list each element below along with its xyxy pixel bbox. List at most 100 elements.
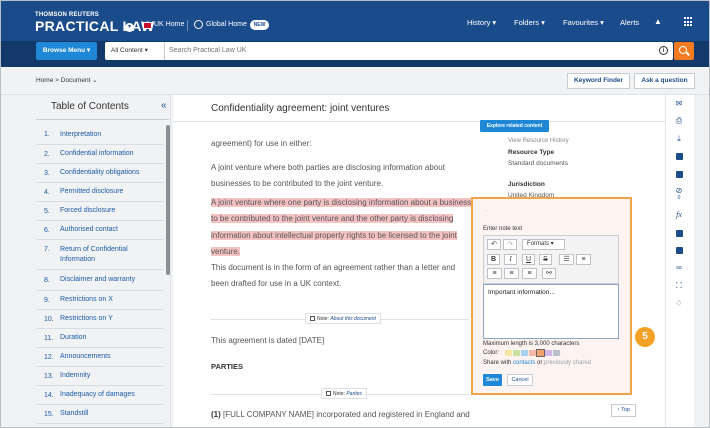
link-icon[interactable]: ⚯ (542, 268, 556, 279)
document-icon[interactable] (676, 230, 683, 237)
uk-flag-icon (143, 22, 152, 29)
toc-item-num: 5. (44, 207, 50, 215)
jurisdiction-label: Jurisdiction (508, 181, 545, 188)
nav-favourites[interactable]: Favourites ▾ (563, 18, 604, 27)
toc-item[interactable]: 11. Duration (36, 329, 164, 348)
search-input[interactable] (169, 42, 649, 60)
dated-line: This agreement is dated [DATE] (211, 336, 325, 345)
info-icon[interactable]: i (659, 46, 668, 55)
note-parties[interactable]: Note: Parties (321, 388, 367, 399)
share-line: Share with contacts or previously shared (483, 360, 591, 366)
formula-icon[interactable]: fx (673, 210, 685, 220)
save-button[interactable]: Save (483, 374, 502, 386)
toc-item-label: Announcements (60, 353, 111, 360)
bell-icon[interactable]: ♢ (673, 299, 685, 309)
browse-menu-button[interactable]: Browse Menu ▾ (36, 42, 97, 60)
title-divider (173, 121, 665, 122)
document-paragraph: A joint venture where both parties are d… (211, 163, 445, 188)
toc-scrollbar[interactable] (166, 125, 170, 275)
note-icon (326, 391, 331, 396)
color-swatch-green[interactable] (513, 350, 520, 356)
toc-item[interactable]: 13. Indemnity (36, 367, 164, 386)
toc-item[interactable]: 14. Inadequacy of damages (36, 386, 164, 405)
toc-item[interactable]: 9. Restrictions on X (36, 291, 164, 310)
toc-item[interactable]: 12. Announcements (36, 348, 164, 367)
strikethrough-icon[interactable]: S (539, 254, 552, 265)
share-contacts-link[interactable]: contacts (513, 360, 535, 366)
annotation-count: 0 (677, 195, 681, 201)
collapse-icon[interactable]: « (161, 100, 167, 111)
nav-folders[interactable]: Folders ▾ (514, 18, 545, 27)
toc-title: Table of Contents (51, 101, 129, 112)
search-icon[interactable] (674, 42, 694, 60)
note-link[interactable]: About this document (330, 316, 376, 322)
toc-item-num: 10. (44, 315, 54, 323)
align-right-icon[interactable]: ≡ (522, 268, 537, 279)
note-link[interactable]: Parties (346, 391, 362, 397)
share-prefix: Share with (483, 360, 514, 366)
toc-item-num: 4. (44, 188, 50, 196)
folder-icon[interactable] (676, 153, 683, 160)
numbered-list-icon[interactable]: ≡ (576, 254, 591, 265)
cancel-button[interactable]: Cancel (507, 374, 533, 386)
note-about-document[interactable]: Note: About this document (305, 313, 381, 324)
toc-item[interactable]: 4. Permitted disclosure (36, 183, 164, 202)
apps-grid-icon[interactable] (684, 17, 694, 27)
comment-icon[interactable] (676, 247, 683, 254)
print-icon[interactable]: ⎙ (673, 116, 685, 126)
toc-item-label: Duration (60, 334, 87, 341)
toc-item[interactable]: 7. Return of Confidential Information (36, 240, 164, 270)
bold-icon[interactable]: B (487, 254, 500, 265)
nav-alerts[interactable]: Alerts (620, 18, 639, 27)
brand-logo[interactable]: PRACTICAL LAW (35, 18, 155, 34)
document-paragraph: agreement) for use in either: (211, 139, 312, 148)
chevron-down-icon[interactable]: ▾ (125, 23, 134, 32)
underline-icon[interactable]: U (522, 254, 535, 265)
toc-item[interactable]: 2. Confidential information (36, 145, 164, 164)
envelope-icon[interactable]: ✉ (673, 99, 685, 109)
toc-item[interactable]: 1. Interpretation (36, 125, 164, 145)
align-center-icon[interactable]: ≡ (504, 268, 519, 279)
bullet-list-icon[interactable]: ☰ (559, 254, 574, 265)
download-icon[interactable]: ⤓ (673, 134, 685, 144)
toc-item[interactable]: 3. Confidentiality obligations (36, 164, 164, 183)
italic-icon[interactable]: I (504, 254, 517, 265)
toc-item-num: 3. (44, 169, 50, 177)
highlighted-paragraph[interactable]: A joint venture where one party is discl… (211, 195, 473, 260)
toc-item[interactable]: 6. Authorised contact (36, 221, 164, 240)
content-type-select[interactable]: All Content ▾ (105, 42, 165, 60)
color-swatch-pink[interactable] (529, 350, 536, 356)
toc-item[interactable]: 15. Standstill (36, 405, 164, 424)
resource-history-link[interactable]: View Resource History (508, 138, 569, 144)
uk-home-link[interactable]: UK Home (154, 21, 184, 28)
user-icon[interactable]: ▲ (654, 17, 662, 26)
back-to-top-button[interactable]: ↑ Top (611, 404, 636, 417)
toc-item[interactable]: 8. Disclaimer and warranty (36, 270, 164, 291)
undo-icon[interactable]: ↶ (487, 239, 501, 250)
toc-item-num: 13. (44, 372, 54, 380)
color-swatch-purple[interactable] (545, 350, 552, 356)
formats-dropdown[interactable]: Formats ▾ (522, 239, 565, 250)
toc-item-num: 9. (44, 296, 50, 304)
color-swatch-yellow[interactable] (505, 350, 512, 356)
toc-item[interactable]: 10. Restrictions on Y (36, 310, 164, 329)
note-textarea[interactable]: Important information... (483, 284, 619, 339)
link-icon[interactable]: ∞ (673, 263, 685, 273)
ask-question-button[interactable]: Ask a question (634, 73, 695, 89)
annotation-icon[interactable] (676, 171, 683, 178)
nav-history[interactable]: History ▾ (467, 18, 496, 27)
toc-item-label: Confidential information (60, 150, 134, 157)
explore-related-button[interactable]: Explore related content (480, 120, 549, 132)
color-swatch-blue[interactable] (521, 350, 528, 356)
color-swatch-grey[interactable] (553, 350, 560, 356)
breadcrumb[interactable]: Home > Document ⌄ (36, 76, 98, 84)
previously-shared-link[interactable]: previously shared (544, 360, 591, 366)
global-home-link[interactable]: Global Home (206, 21, 247, 28)
color-swatch-orange[interactable] (536, 349, 545, 357)
toc-item[interactable]: 5. Forced disclosure (36, 202, 164, 221)
fullscreen-icon[interactable]: ⛶ (673, 281, 685, 291)
highlight-text: A joint venture where one party is discl… (211, 198, 472, 256)
redo-icon[interactable]: ↷ (503, 239, 517, 250)
align-left-icon[interactable]: ≡ (487, 268, 502, 279)
keyword-finder-button[interactable]: Keyword Finder (567, 73, 630, 89)
